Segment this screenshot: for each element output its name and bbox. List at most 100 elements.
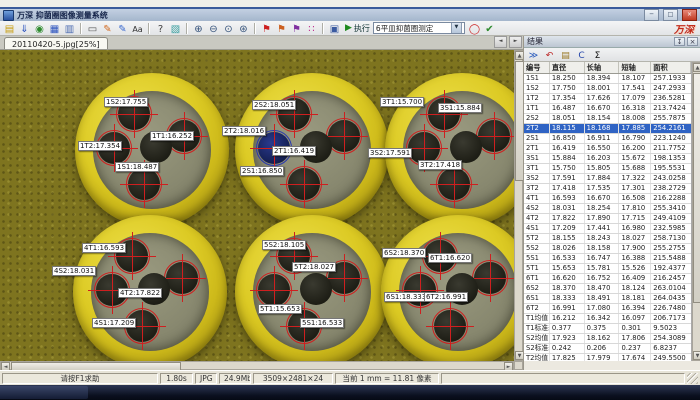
zone-label[interactable]: 4T1:16.593 (82, 243, 126, 253)
circle-tool-icon[interactable]: ◯ (467, 22, 482, 35)
zone-label[interactable]: 3T2:17.418 (418, 160, 462, 170)
table-row[interactable]: 3T115.75015.80515.688195.5531 (524, 164, 691, 174)
help-tool-icon[interactable]: ? (153, 22, 168, 35)
table-row[interactable]: T1标准差0.3770.3750.3019.5023 (524, 324, 691, 334)
table-row[interactable]: 5T218.15518.24318.027258.7130 (524, 234, 691, 244)
panel-scrollbar[interactable]: ▲ ▼ (692, 62, 700, 361)
image-canvas[interactable]: 1S2:17.755 1T1:16.252 1T2:17.354 1S1:18.487… (0, 50, 514, 361)
zone-label[interactable]: 4S2:18.031 (52, 266, 96, 276)
screen-tool-icon[interactable]: ▣ (327, 22, 342, 35)
zone-label[interactable]: 5S1:16.533 (300, 318, 344, 328)
document-tab[interactable]: 20110420-5.jpg[25%] (4, 37, 108, 49)
inhibition-zone[interactable] (300, 273, 332, 305)
export-icon[interactable]: ≫ (527, 49, 540, 61)
table-row[interactable]: 6S118.33318.49118.181264.0435 (524, 294, 691, 304)
table-row[interactable]: 1T116.48716.67016.318213.7424 (524, 104, 691, 114)
page-edit-icon[interactable]: ✎ (115, 22, 130, 35)
clear-icon[interactable]: C (575, 49, 588, 61)
close-button[interactable]: × (682, 9, 697, 21)
text-tool-icon[interactable]: Aa (130, 22, 145, 35)
acquire-camera-icon[interactable]: ◉ (32, 22, 47, 35)
report-icon[interactable]: ▤ (559, 49, 572, 61)
execute-button[interactable]: ▶ 执行 (345, 23, 370, 34)
image-adjust-icon[interactable]: ▧ (168, 22, 183, 35)
zoom-in-icon[interactable]: ⊕ (191, 22, 206, 35)
table-row[interactable]: 1S217.75018.00117.541247.2933 (524, 84, 691, 94)
panel-scroll-thumb[interactable] (693, 73, 700, 303)
table-row[interactable]: 4S218.03118.25417.810255.3410 (524, 204, 691, 214)
maximize-button[interactable]: □ (663, 9, 678, 21)
pencil-icon[interactable]: ✎ (100, 22, 115, 35)
table-row[interactable]: 6T116.62016.75216.409216.2457 (524, 274, 691, 284)
table-row[interactable]: 4S117.20917.44116.980232.5985 (524, 224, 691, 234)
table-row[interactable]: 1S118.25018.39418.107257.1933 (524, 74, 691, 84)
zone-label[interactable]: 4S1:17.209 (92, 318, 136, 328)
zone-label[interactable]: 2S1:16.850 (240, 166, 284, 176)
mode-combobox[interactable]: 6平皿抑菌圈测定 ▼ (373, 22, 465, 34)
panel-scroll-down-icon[interactable]: ▼ (693, 351, 700, 360)
save-icon[interactable]: ▦ (47, 22, 62, 35)
scatter-tool-icon[interactable]: ∷ (304, 22, 319, 35)
zone-label[interactable]: 2S2:18.051 (252, 100, 296, 110)
image-vertical-scrollbar[interactable]: ▲ ▼ (514, 50, 523, 361)
zone-label[interactable]: 4T2:17.822 (118, 288, 162, 298)
table-row[interactable]: 2T218.11518.16817.885254.2161 (524, 124, 691, 134)
zone-label[interactable]: 2T2:18.016 (222, 126, 266, 136)
import-icon[interactable]: ⇓ (17, 22, 32, 35)
zone-label[interactable]: 2T1:16.419 (272, 146, 316, 156)
inhibition-zone[interactable] (450, 131, 482, 163)
zone-label[interactable]: 6S2:18.370 (382, 248, 426, 258)
zone-label[interactable]: 1S2:17.755 (104, 97, 148, 107)
zone-label[interactable]: 5T1:15.653 (258, 304, 302, 314)
table-row[interactable]: 4T217.82217.89017.715249.4109 (524, 214, 691, 224)
panel-close-icon[interactable]: × (687, 37, 698, 46)
open-image-icon[interactable]: ▤ (2, 22, 17, 35)
table-row[interactable]: 5T115.65315.78115.526192.4377 (524, 264, 691, 274)
save-as-icon[interactable]: ▥ (62, 22, 77, 35)
table-row[interactable]: 4T116.59316.67016.508216.2288 (524, 194, 691, 204)
print-icon[interactable]: ▭ (85, 22, 100, 35)
table-row[interactable]: 6S218.37018.47018.124263.0104 (524, 284, 691, 294)
table-row[interactable]: 2S116.85016.91116.790223.1240 (524, 134, 691, 144)
resize-grip[interactable] (687, 373, 698, 384)
zone-label[interactable]: 6S1:18.333 (384, 292, 428, 302)
undo-icon[interactable]: ↶ (543, 49, 556, 61)
minimize-button[interactable]: ─ (644, 9, 659, 21)
zone-label[interactable]: 1T2:17.354 (78, 141, 122, 151)
measure-flag-2-icon[interactable]: ⚑ (274, 22, 289, 35)
measure-flag-1-icon[interactable]: ⚑ (259, 22, 274, 35)
zone-label[interactable]: 6T1:16.620 (428, 253, 472, 263)
zoom-area-icon[interactable]: ⊛ (236, 22, 251, 35)
zone-label[interactable]: 6T2:16.991 (424, 292, 468, 302)
taskbar[interactable] (0, 385, 700, 400)
zone-label[interactable]: 1T1:16.252 (150, 131, 194, 141)
table-row[interactable]: 1T217.35417.62617.079236.5281 (524, 94, 691, 104)
zone-label[interactable]: 5S2:18.105 (262, 240, 306, 250)
table-row[interactable]: S2均值17.92318.16217.806254.3089 (524, 334, 691, 344)
panel-scroll-up-icon[interactable]: ▲ (693, 63, 700, 72)
chevron-down-icon[interactable]: ▼ (451, 22, 462, 34)
measure-flag-3-icon[interactable]: ⚑ (289, 22, 304, 35)
statistics-sigma-icon[interactable]: Σ (591, 49, 604, 61)
zone-label[interactable]: 1S1:18.487 (115, 162, 159, 172)
table-row[interactable]: 5S116.53316.74716.388215.5488 (524, 254, 691, 264)
table-row[interactable]: 3T217.41817.53517.301238.2729 (524, 184, 691, 194)
table-row[interactable]: 2T116.41916.55016.200211.7752 (524, 144, 691, 154)
zone-label[interactable]: 5T2:18.027 (292, 262, 336, 272)
table-row[interactable]: 3S115.88416.20315.672198.1353 (524, 154, 691, 164)
table-row[interactable]: 6T216.99117.08016.394226.7480 (524, 304, 691, 314)
table-row[interactable]: S2标准差0.2420.2060.2376.8237 (524, 344, 691, 354)
zoom-out-icon[interactable]: ⊖ (206, 22, 221, 35)
tab-scroll-left-icon[interactable]: ◄ (494, 36, 507, 48)
table-row[interactable]: T2均值17.82517.97917.674249.5500 (524, 354, 691, 361)
zone-label[interactable]: 3T1:15.700 (380, 97, 424, 107)
pin-icon[interactable]: ↧ (674, 37, 685, 46)
table-row[interactable]: 3S217.59117.88417.322243.0258 (524, 174, 691, 184)
tab-scroll-right-icon[interactable]: ► (509, 36, 522, 48)
table-row[interactable]: 2S218.05118.15418.008255.7875 (524, 114, 691, 124)
table-row[interactable]: T1均值16.21216.34216.097206.7173 (524, 314, 691, 324)
table-row[interactable]: 5S218.02618.15817.900255.2755 (524, 244, 691, 254)
image-horizontal-scrollbar[interactable]: ◄ ► (0, 361, 514, 370)
zoom-actual-icon[interactable]: ⊙ (221, 22, 236, 35)
zone-label[interactable]: 3S2:17.591 (368, 148, 412, 158)
